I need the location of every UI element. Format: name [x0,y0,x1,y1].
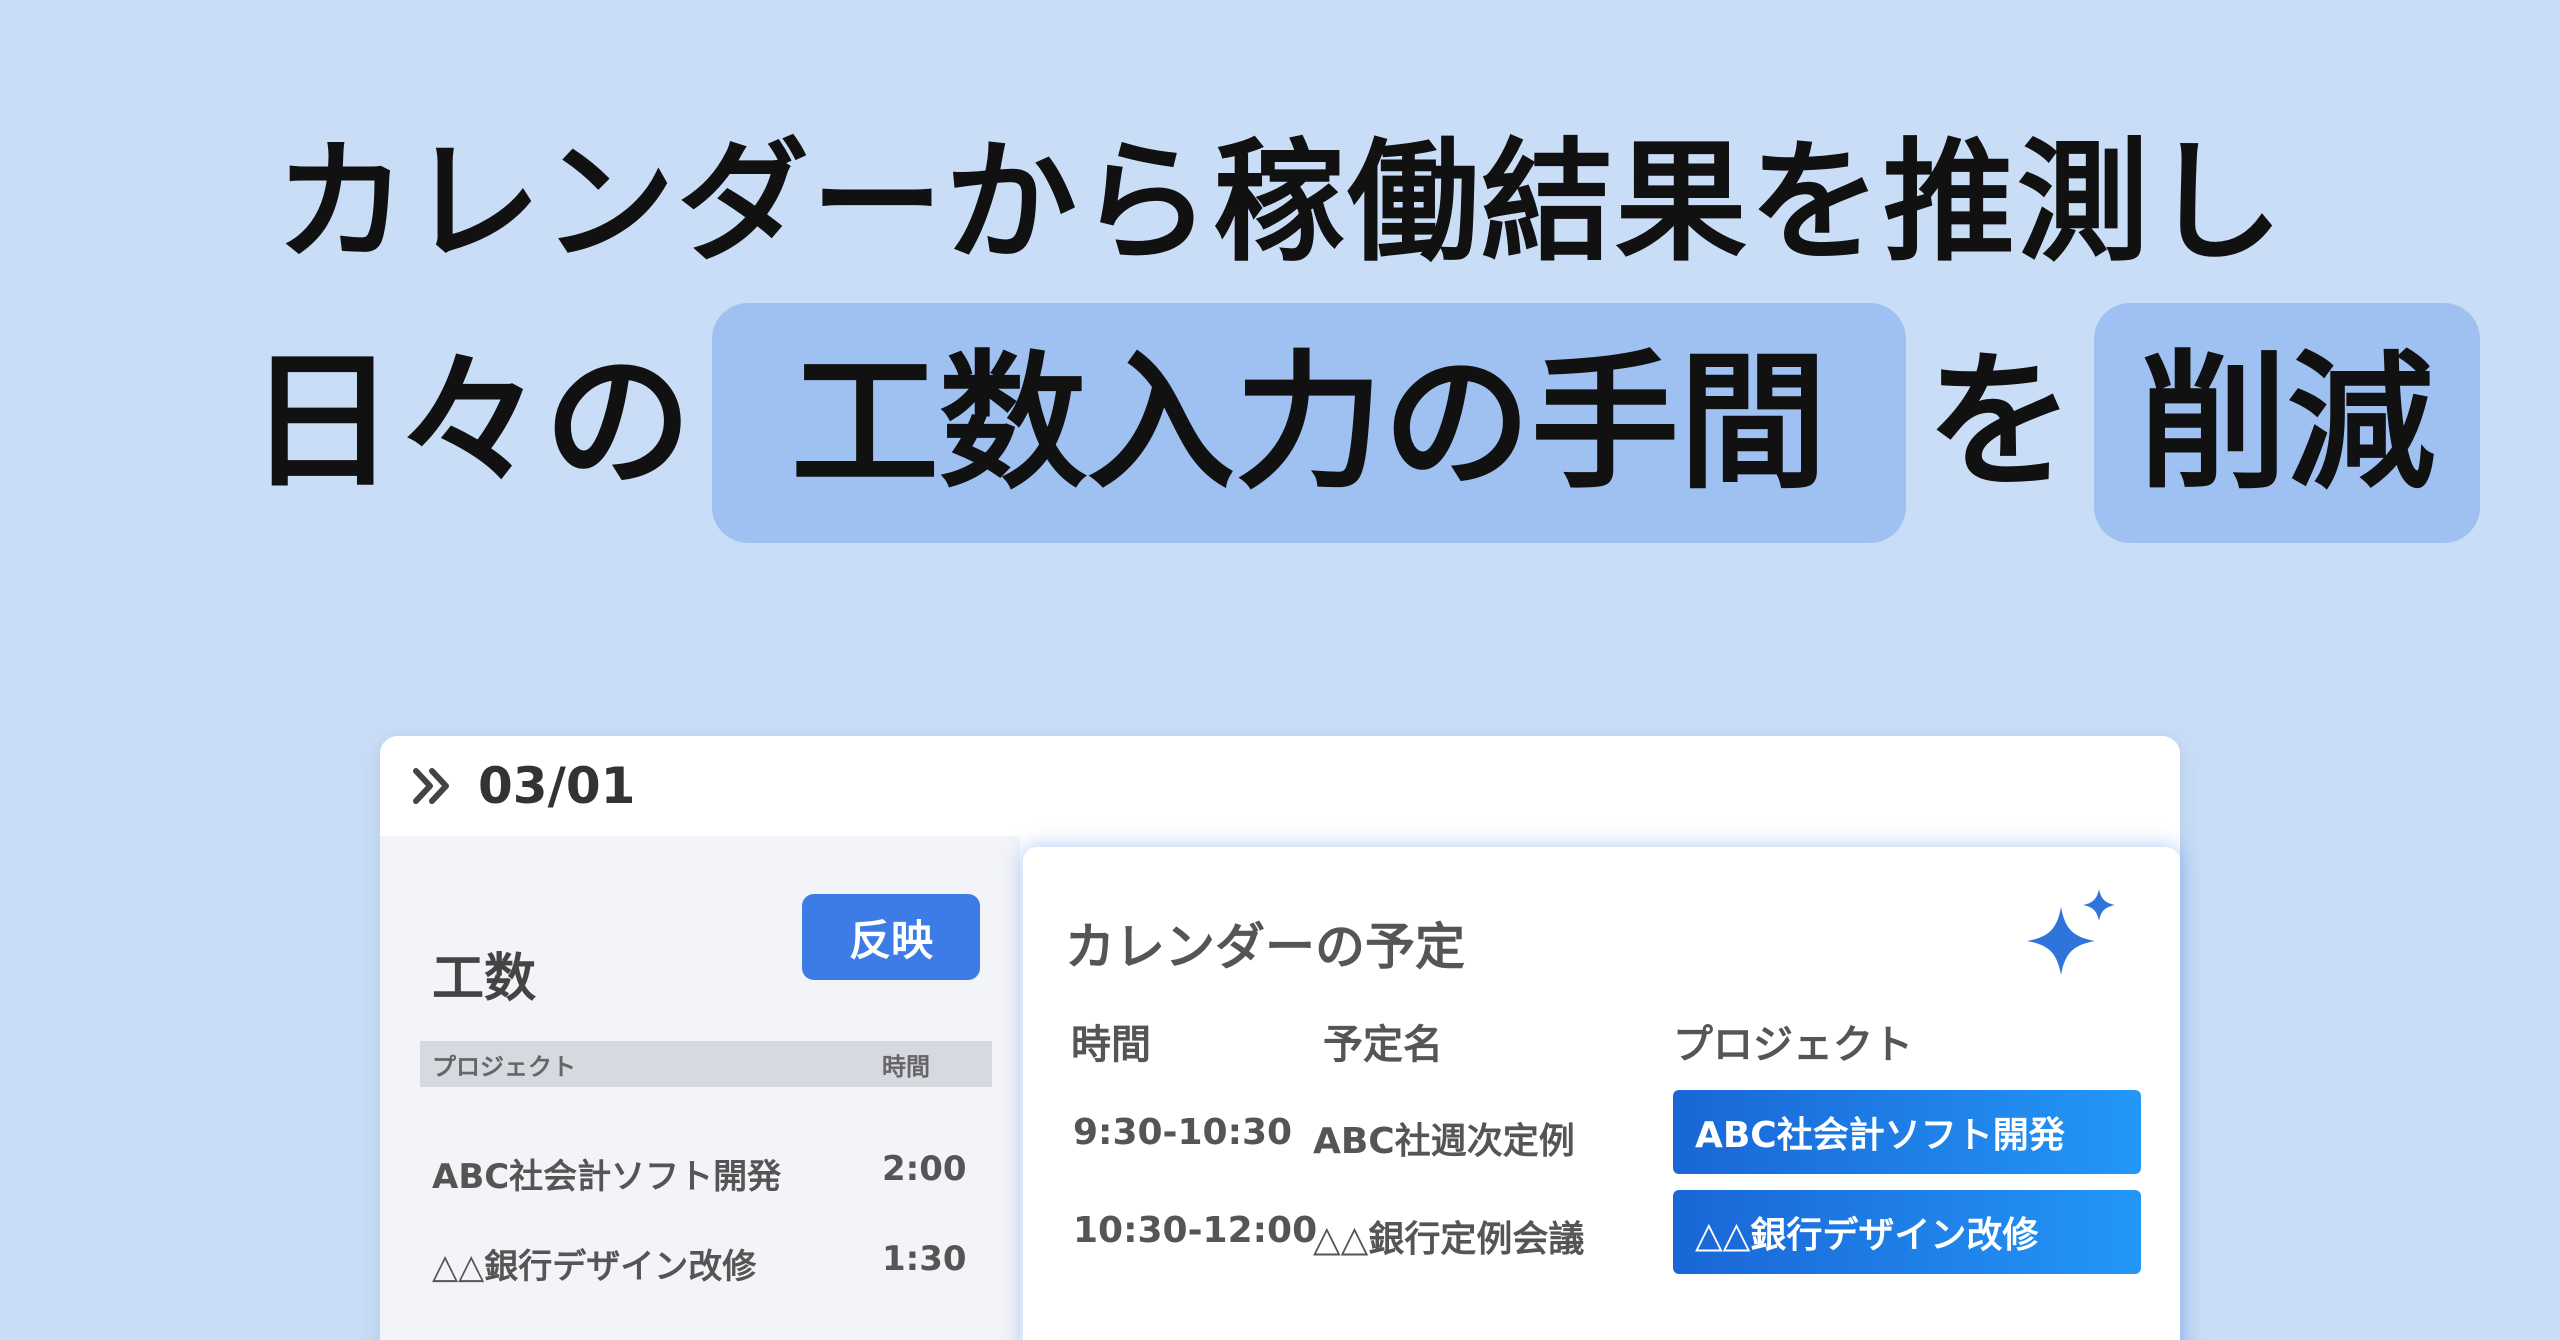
headline-line2: 日々の 工数入力の手間 を 削減 [228,300,2480,545]
row-time: 2:00 [882,1149,967,1189]
headline-highlight-2: 削減 [2094,302,2480,543]
event-time: 10:30-12:00 [1073,1210,1318,1251]
effort-table-header: プロジェクト 時間 [420,1041,992,1087]
event-time: 9:30-10:30 [1073,1112,1293,1153]
reflect-button[interactable]: 反映 [802,894,980,980]
sparkle-icon [2027,889,2115,975]
event-name: △△銀行定例会議 [1313,1219,1585,1260]
window-header: 03/01 [380,736,2180,836]
calendar-title: カレンダーの予定 [1065,918,1465,976]
row-project: ABC社会計ソフト開発 [432,1157,782,1197]
headline-highlight-1: 工数入力の手間 [712,302,1906,543]
effort-panel: 工数 反映 プロジェクト 時間 ABC社会計ソフト開発 2:00 △△銀行デザイ… [380,836,1020,1340]
project-chip[interactable]: △△銀行デザイン改修 [1673,1190,2141,1274]
table-row[interactable]: △△銀行デザイン改修 1:30 [432,1239,992,1288]
row-project: △△銀行デザイン改修 [432,1247,757,1287]
date-label: 03/01 [478,757,636,815]
headline-prefix: 日々の [248,336,692,508]
event-name: ABC社週次定例 [1313,1121,1575,1162]
column-time: 時間 [1071,1022,1151,1068]
headline-middle: を [1926,336,2074,508]
headline-line1: カレンダーから稼働結果を推測し [275,126,2285,280]
project-chip[interactable]: ABC社会計ソフト開発 [1673,1090,2141,1174]
double-chevron-right-icon[interactable] [408,761,458,811]
table-row[interactable]: ABC社会計ソフト開発 2:00 [432,1149,992,1198]
row-time: 1:30 [882,1239,967,1279]
calendar-card: カレンダーの予定 時間 予定名 プロジェクト 9:30-10:30 ABC社週次… [1023,847,2180,1340]
effort-title: 工数 [432,949,537,1009]
column-time: 時間 [882,1052,930,1081]
column-project: プロジェクト [1673,1022,1913,1068]
column-project: プロジェクト [432,1052,576,1081]
column-event: 予定名 [1323,1022,1443,1068]
